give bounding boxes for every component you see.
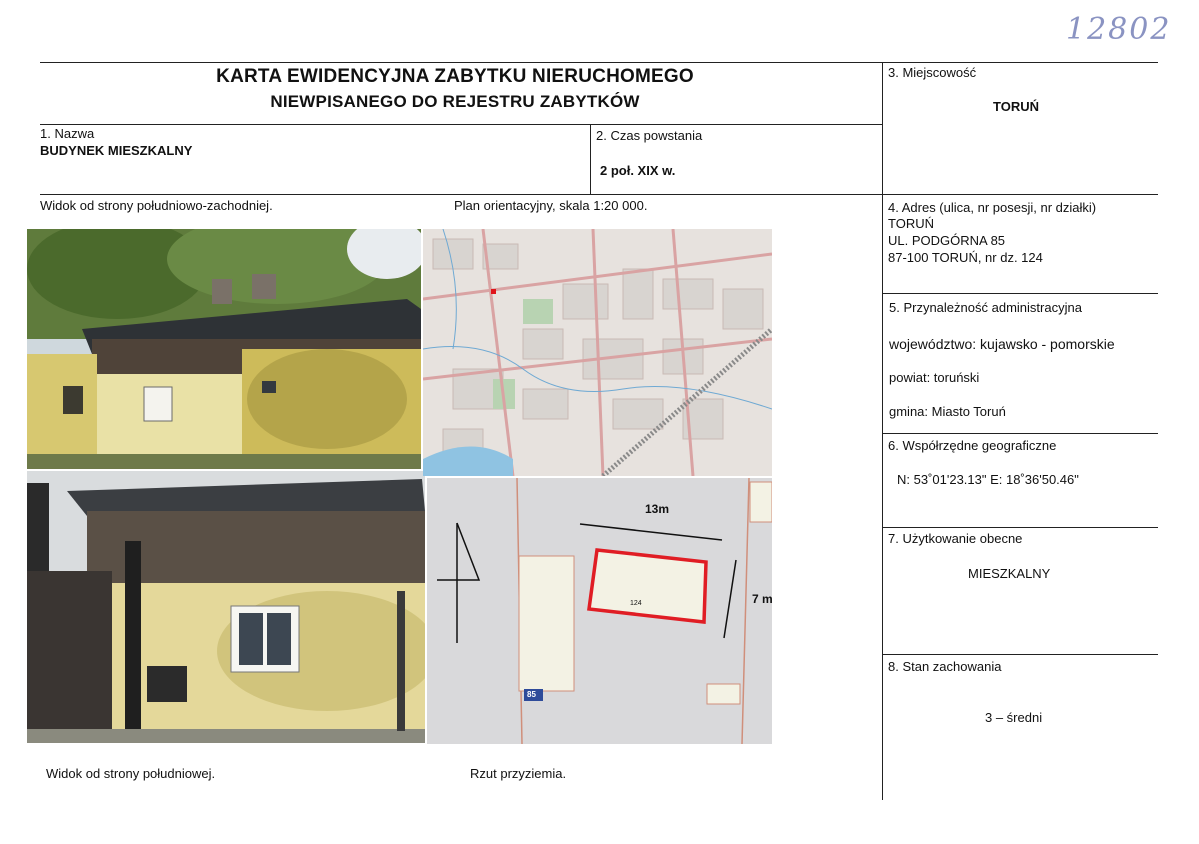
photo-south-view — [27, 471, 425, 743]
caption-view-southwest: Widok od strony południowo-zachodniej. — [40, 198, 273, 213]
locality-value: TORUŃ — [993, 99, 1039, 114]
caption-ground-plan: Rzut przyziemia. — [470, 766, 567, 781]
rule-under-admin — [882, 433, 1158, 434]
title-line-2: NIEWPISANEGO DO REJESTRU ZABYTKÓW — [270, 92, 640, 111]
admin-label: 5. Przynależność administracyjna — [889, 300, 1082, 315]
coords-value: N: 53˚01'23.13" E: 18˚36'50.46" — [897, 472, 1079, 487]
use-value: MIESZKALNY — [968, 566, 1051, 581]
name-value: BUDYNEK MIESZKALNY — [40, 143, 193, 158]
top-rule — [40, 62, 1158, 63]
inventory-number: 12802 — [1066, 12, 1172, 47]
name-label: 1. Nazwa — [40, 126, 95, 141]
locality-label: 3. Miejscowość — [888, 65, 977, 80]
rule-under-name — [40, 194, 1158, 195]
rule-under-coords — [882, 527, 1158, 528]
ground-plan-drawing: 13m 7 m 124 85 — [427, 478, 772, 744]
state-value: 3 – średni — [985, 710, 1043, 725]
rule-under-address — [882, 293, 1158, 294]
address-line-1: TORUŃ — [888, 216, 934, 231]
rule-under-use — [882, 654, 1158, 655]
date-label: 2. Czas powstania — [596, 128, 703, 143]
plan-building-number: 85 — [527, 690, 536, 699]
coords-label: 6. Współrzędne geograficzne — [888, 438, 1057, 453]
caption-view-south: Widok od strony południowej. — [46, 766, 216, 781]
orientation-map — [423, 229, 772, 476]
divider-right-column — [882, 62, 883, 800]
plan-parcel-number: 124 — [630, 600, 642, 607]
state-label: 8. Stan zachowania — [888, 659, 1002, 674]
voivodeship-value: województwo: kujawsko - pomorskie — [889, 336, 1115, 352]
address-line-2: UL. PODGÓRNA 85 — [888, 233, 1006, 248]
plan-dimension-width: 13m — [645, 502, 670, 516]
plan-dimension-depth: 7 m — [752, 592, 772, 606]
divider-name-date — [590, 124, 591, 194]
photo-southwest-view — [27, 229, 421, 469]
rule-under-title — [40, 124, 882, 125]
date-value: 2 poł. XIX w. — [600, 163, 676, 178]
caption-orientation-map: Plan orientacyjny, skala 1:20 000. — [454, 198, 648, 213]
commune-value: gmina: Miasto Toruń — [889, 404, 1006, 419]
use-label: 7. Użytkowanie obecne — [888, 531, 1023, 546]
address-label: 4. Adres (ulica, nr posesji, nr działki) — [888, 200, 1097, 215]
county-value: powiat: toruński — [889, 370, 980, 385]
address-line-3: 87-100 TORUŃ, nr dz. 124 — [888, 250, 1043, 265]
title-line-1: KARTA EWIDENCYJNA ZABYTKU NIERUCHOMEGO — [216, 66, 694, 87]
